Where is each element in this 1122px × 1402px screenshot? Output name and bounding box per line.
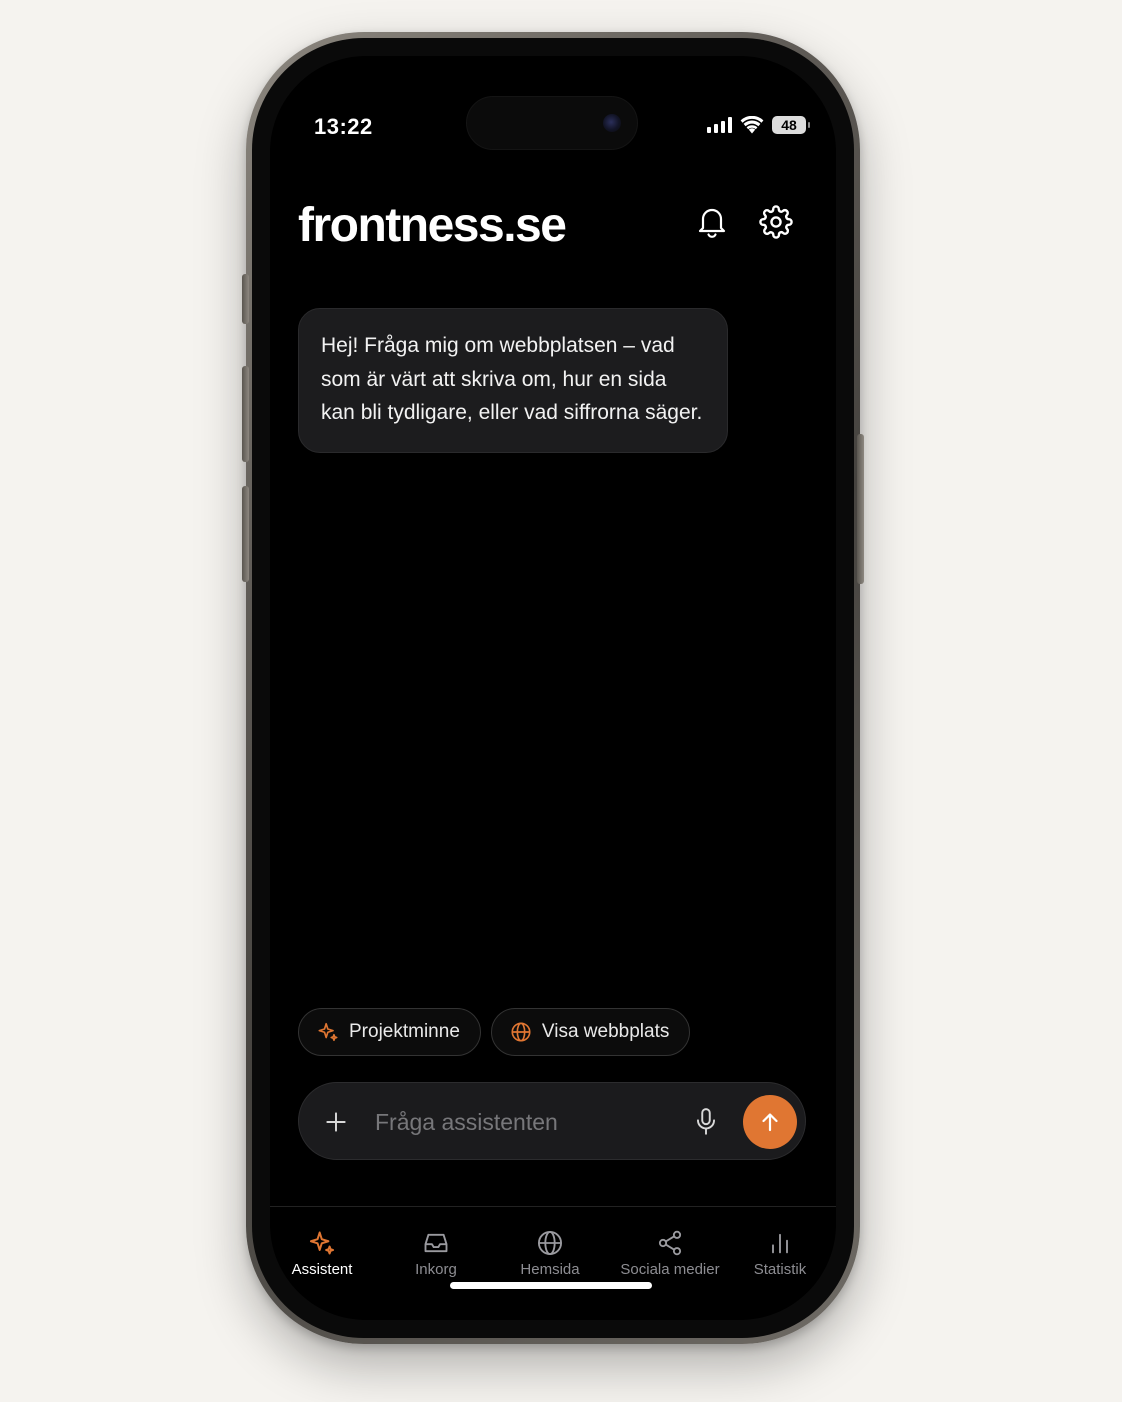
chip-project-memory[interactable]: Projektminne (298, 1008, 481, 1056)
volume-down-button (242, 486, 249, 582)
share-icon (658, 1230, 682, 1256)
power-button (857, 434, 864, 584)
chip-show-website[interactable]: Visa webbplats (490, 1008, 691, 1056)
suggestion-chips: Projektminne Visa webbplats (298, 1008, 691, 1056)
status-time: 13:22 (314, 114, 373, 139)
inbox-icon (424, 1233, 448, 1253)
dynamic-island (466, 96, 638, 150)
tab-label: Hemsida (520, 1261, 580, 1278)
tab-inkorg[interactable]: Inkorg (381, 1229, 491, 1278)
tab-statistik[interactable]: Statistik (725, 1229, 835, 1278)
microphone-button[interactable] (693, 1107, 719, 1142)
sparkle-icon (318, 1022, 338, 1042)
plus-icon (326, 1112, 346, 1132)
wifi-icon (740, 116, 764, 134)
tab-label: Sociala medier (620, 1261, 720, 1278)
app-screen: 13:22 48 frontness.se Hej! Fråga mig om … (270, 56, 836, 1320)
home-indicator[interactable] (450, 1282, 652, 1289)
brand-title: frontness.se (298, 199, 567, 252)
microphone-icon (697, 1108, 715, 1135)
sparkle-icon (309, 1231, 335, 1255)
tab-hemsida[interactable]: Hemsida (495, 1229, 605, 1278)
volume-up-button (242, 366, 249, 462)
bar-chart-icon (772, 1233, 788, 1254)
status-indicators: 48 (707, 116, 810, 134)
camera-icon (603, 114, 621, 132)
chip-label: Projektminne (349, 1021, 460, 1042)
bell-icon[interactable] (694, 204, 730, 240)
globe-icon (511, 1022, 531, 1042)
message-composer (298, 1082, 806, 1160)
tab-assistent[interactable]: Assistent (270, 1229, 377, 1278)
message-input[interactable] (375, 1105, 675, 1139)
battery-icon: 48 (772, 116, 810, 134)
globe-icon (537, 1230, 563, 1256)
tab-label: Assistent (291, 1261, 353, 1278)
signal-icon (707, 117, 732, 133)
gear-icon[interactable] (758, 204, 794, 240)
tab-label: Statistik (753, 1261, 807, 1278)
send-button[interactable] (743, 1095, 797, 1149)
action-button (242, 274, 249, 324)
assistant-message: Hej! Fråga mig om webbplatsen – vad som … (298, 308, 728, 453)
phone-frame: 13:22 48 frontness.se Hej! Fråga mig om … (242, 32, 864, 1344)
add-attachment-button[interactable] (323, 1109, 349, 1140)
arrow-up-icon (762, 1113, 778, 1132)
tab-bar: Assistent Inkorg Hemsida Sociala medier … (270, 1206, 836, 1320)
chip-label: Visa webbplats (541, 1021, 670, 1042)
tab-sociala-medier[interactable]: Sociala medier (610, 1229, 730, 1278)
tab-label: Inkorg (415, 1261, 457, 1278)
